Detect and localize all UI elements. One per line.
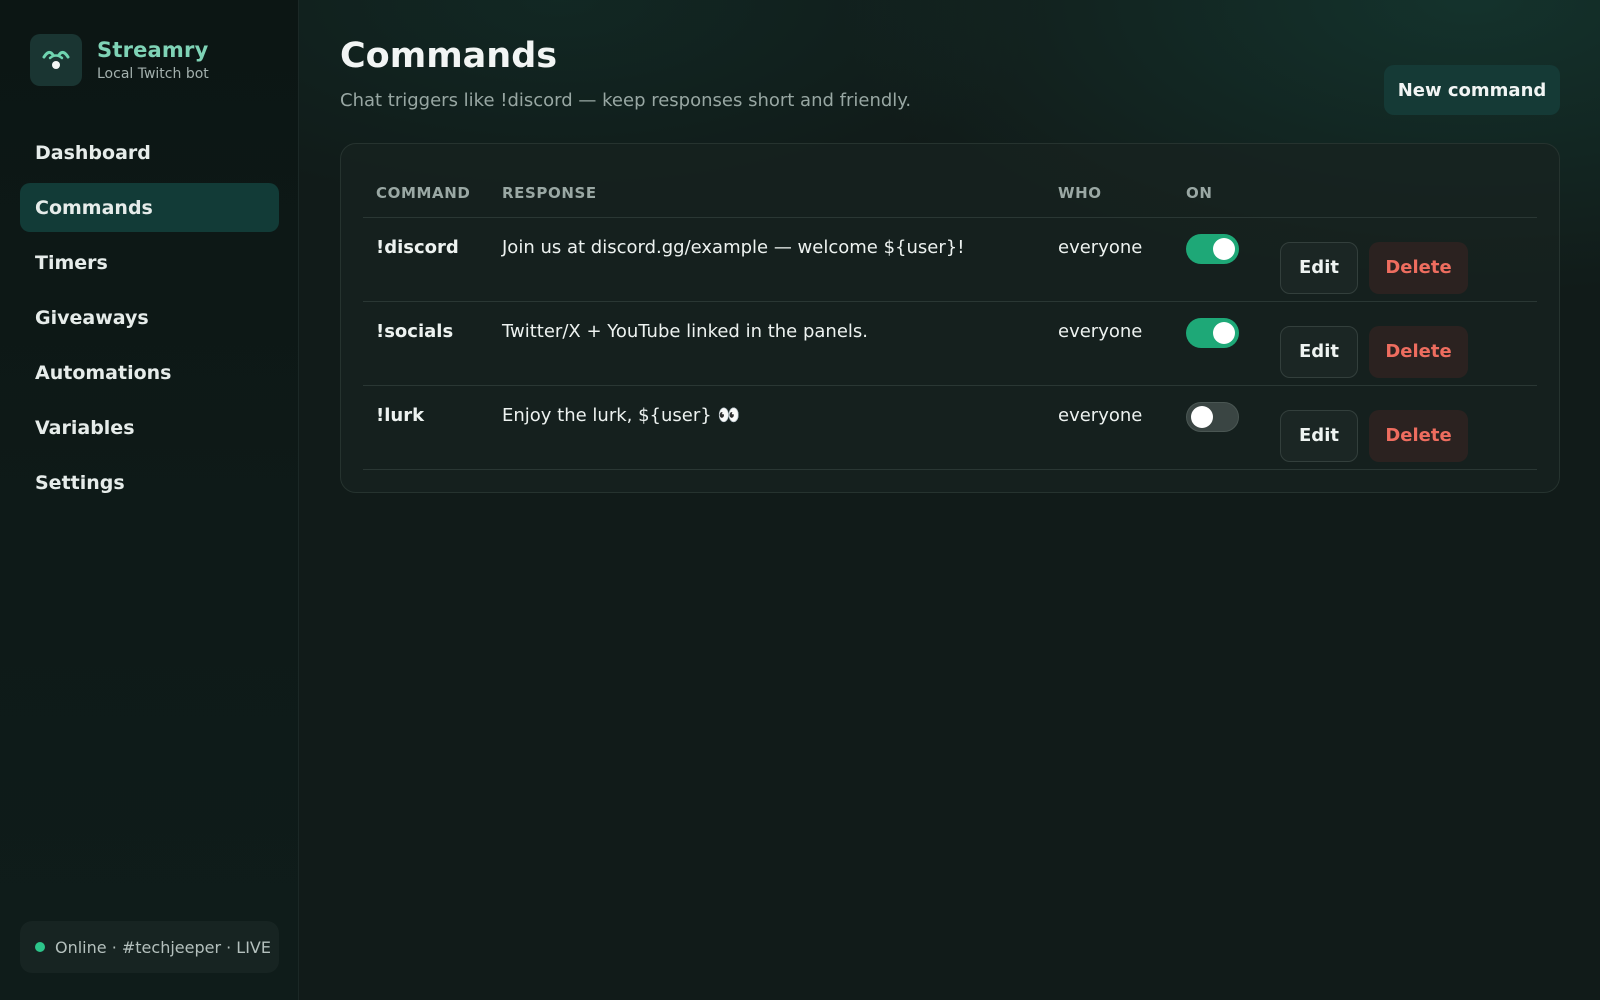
- sidebar-item-variables[interactable]: Variables: [20, 403, 279, 452]
- table-row: !discord Join us at discord.gg/example —…: [363, 218, 1537, 302]
- sidebar-item-dashboard[interactable]: Dashboard: [20, 128, 279, 177]
- sidebar-item-label: Automations: [35, 361, 172, 384]
- toggle-knob: [1213, 238, 1235, 260]
- enabled-toggle[interactable]: [1186, 234, 1239, 264]
- commands-table: COMMAND RESPONSE WHO ON !discord Join us…: [363, 168, 1537, 470]
- sidebar-item-label: Giveaways: [35, 306, 149, 329]
- toggle-knob: [1191, 406, 1213, 428]
- sidebar-item-automations[interactable]: Automations: [20, 348, 279, 397]
- command-response: Twitter/X + YouTube linked in the panels…: [502, 321, 869, 342]
- brand-name: Streamry: [97, 37, 209, 62]
- command-permission: everyone: [1058, 405, 1143, 426]
- enabled-toggle[interactable]: [1186, 318, 1239, 348]
- online-dot-icon: [35, 942, 45, 952]
- page-title: Commands: [340, 36, 558, 76]
- command-permission: everyone: [1058, 321, 1143, 342]
- command-permission: everyone: [1058, 237, 1143, 258]
- sidebar-item-label: Settings: [35, 471, 125, 494]
- brand-subtitle: Local Twitch bot: [97, 65, 209, 82]
- page-subtitle: Chat triggers like !discord — keep respo…: [340, 90, 912, 111]
- table-row: !lurk Enjoy the lurk, ${user} 👀 everyone…: [363, 386, 1537, 470]
- commands-card: COMMAND RESPONSE WHO ON !discord Join us…: [340, 143, 1560, 493]
- toggle-knob: [1213, 322, 1235, 344]
- command-response: Enjoy the lurk, ${user} 👀: [502, 405, 740, 426]
- delete-button[interactable]: Delete: [1369, 325, 1468, 378]
- sidebar-item-giveaways[interactable]: Giveaways: [20, 293, 279, 342]
- edit-button[interactable]: Edit: [1280, 241, 1358, 294]
- enabled-toggle[interactable]: [1186, 402, 1239, 432]
- connection-status-text: Online · #techjeeper · LIVE: [55, 937, 271, 957]
- bot-logo-icon: [30, 34, 82, 86]
- sidebar-item-label: Commands: [35, 196, 153, 219]
- command-name: !discord: [376, 237, 459, 258]
- row-actions: Edit Delete: [1280, 302, 1537, 385]
- command-name: !socials: [376, 321, 454, 342]
- row-actions: Edit Delete: [1280, 386, 1537, 469]
- app-window: Streamry Local Twitch bot Dashboard Comm…: [0, 0, 1600, 1000]
- table-header: COMMAND RESPONSE WHO ON: [363, 168, 1537, 218]
- delete-button[interactable]: Delete: [1369, 409, 1468, 462]
- sidebar-item-settings[interactable]: Settings: [20, 458, 279, 507]
- edit-button[interactable]: Edit: [1280, 325, 1358, 378]
- sidebar-item-commands[interactable]: Commands: [20, 183, 279, 232]
- sidebar-item-timers[interactable]: Timers: [20, 238, 279, 287]
- brand: Streamry Local Twitch bot: [30, 34, 209, 86]
- sidebar-item-label: Dashboard: [35, 141, 151, 164]
- command-response: Join us at discord.gg/example — welcome …: [502, 237, 965, 258]
- connection-status: Online · #techjeeper · LIVE: [20, 921, 279, 973]
- table-row: !socials Twitter/X + YouTube linked in t…: [363, 302, 1537, 386]
- sidebar-item-label: Timers: [35, 251, 108, 274]
- new-command-button[interactable]: New command: [1384, 65, 1560, 115]
- sidebar: Streamry Local Twitch bot Dashboard Comm…: [0, 0, 299, 1000]
- delete-button[interactable]: Delete: [1369, 241, 1468, 294]
- sidebar-item-label: Variables: [35, 416, 135, 439]
- column-header-who: WHO: [1058, 183, 1102, 202]
- command-name: !lurk: [376, 405, 425, 426]
- column-header-command: COMMAND: [376, 183, 471, 202]
- row-actions: Edit Delete: [1280, 218, 1537, 301]
- sidebar-nav: Dashboard Commands Timers Giveaways Auto…: [20, 128, 279, 513]
- column-header-response: RESPONSE: [502, 183, 597, 202]
- edit-button[interactable]: Edit: [1280, 409, 1358, 462]
- main-content: Commands Chat triggers like !discord — k…: [299, 0, 1600, 1000]
- column-header-on: ON: [1186, 183, 1213, 202]
